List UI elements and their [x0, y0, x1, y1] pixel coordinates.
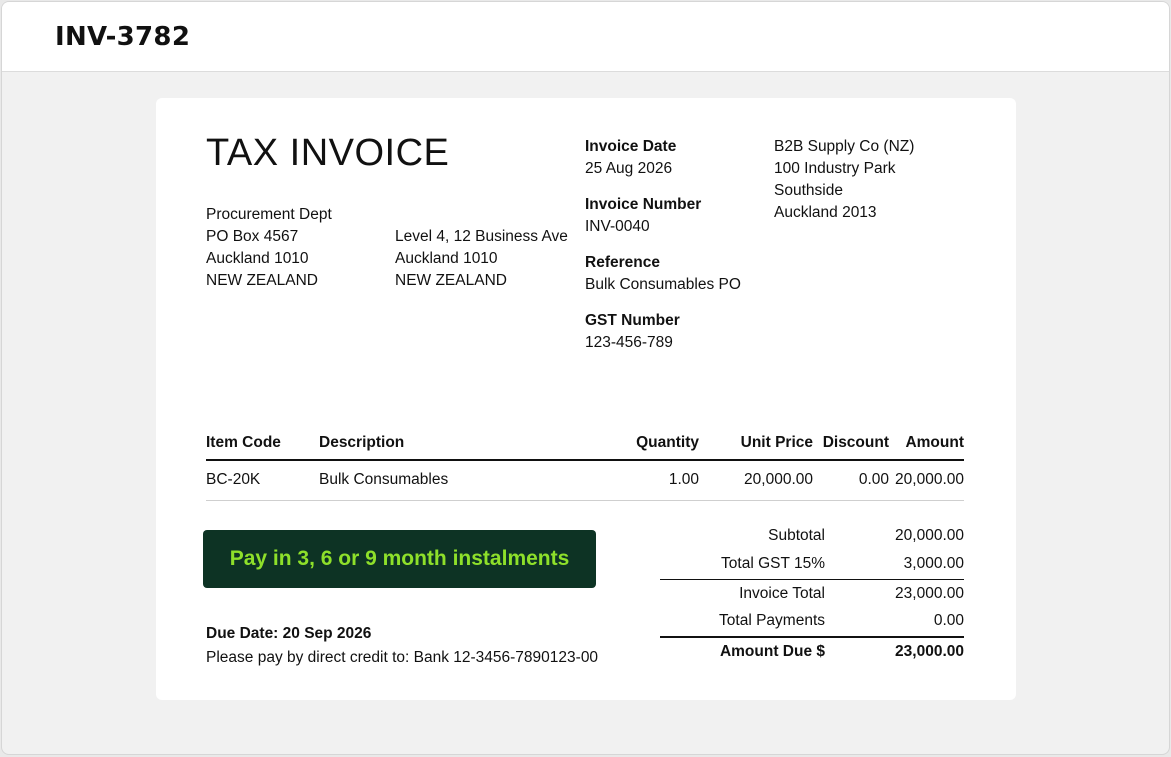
supplier-line: 100 Industry Park [774, 160, 896, 177]
payments-value: 0.00 [933, 612, 964, 629]
discount-cell: 0.00 [813, 460, 889, 501]
invoice-document: TAX INVOICE Procurement Dept PO Box 4567… [156, 98, 1016, 700]
gst-row: Total GST 15% 3,000.00 [660, 550, 964, 578]
gst-label: Total GST 15% [721, 555, 825, 572]
column-header-discount: Discount [813, 432, 889, 461]
payments-label: Total Payments [719, 612, 825, 629]
invoice-total-label: Invoice Total [739, 584, 825, 602]
totals-summary: Subtotal 20,000.00 Total GST 15% 3,000.0… [660, 522, 964, 666]
bill-to-address: Procurement Dept PO Box 4567 Auckland 10… [206, 204, 332, 292]
gst-value: 3,000.00 [903, 555, 964, 572]
header-bar: INV-3782 [2, 2, 1169, 72]
unit-price-cell: 20,000.00 [699, 460, 813, 501]
ship-to-line: NEW ZEALAND [395, 272, 507, 289]
subtotal-label: Subtotal [768, 527, 825, 544]
supplier-line: Auckland 2013 [774, 204, 877, 221]
ship-to-line: Level 4, 12 Business Ave [395, 228, 568, 245]
amount-due-label: Amount Due $ [719, 643, 825, 660]
amount-due-row: Amount Due $ 23,000.00 [660, 636, 964, 666]
amount-due-value: 23,000.00 [895, 643, 964, 660]
ship-to-address: Level 4, 12 Business Ave Auckland 1010 N… [395, 226, 568, 292]
quantity-cell: 1.00 [619, 460, 699, 501]
amount-cell: 20,000.00 [889, 460, 964, 501]
bill-to-line: Procurement Dept [206, 206, 332, 223]
meta-label: Invoice Number [585, 196, 702, 213]
meta-value: 25 Aug 2026 [585, 160, 673, 177]
table-header-row: Item Code Description Quantity Unit Pric… [206, 432, 964, 461]
description-cell: Bulk Consumables [319, 460, 619, 501]
bill-to-line: Auckland 1010 [206, 250, 309, 267]
line-items-table: Item Code Description Quantity Unit Pric… [206, 432, 964, 501]
table-row: BC-20K Bulk Consumables 1.00 20,000.00 0… [206, 460, 964, 501]
column-header-description: Description [319, 432, 619, 461]
payments-row: Total Payments 0.00 [660, 607, 964, 635]
bill-to-line: NEW ZEALAND [206, 272, 318, 289]
meta-label: Invoice Date [585, 138, 677, 155]
meta-value: 123-456-789 [585, 334, 673, 351]
column-header-quantity: Quantity [619, 432, 699, 461]
invoice-total-row: Invoice Total 23,000.00 [660, 579, 964, 607]
subtotal-value: 20,000.00 [895, 527, 964, 544]
item-code-cell: BC-20K [206, 460, 319, 501]
page-title: INV-3782 [55, 22, 191, 52]
meta-label: GST Number [585, 312, 680, 329]
invoice-total-value: 23,000.00 [895, 584, 964, 602]
supplier-line: B2B Supply Co (NZ) [774, 138, 915, 155]
bill-to-line: PO Box 4567 [206, 228, 299, 245]
meta-value: INV-0040 [585, 218, 650, 235]
app-window: INV-3782 TAX INVOICE Procurement Dept PO… [1, 1, 1170, 755]
payment-info: Due Date: 20 Sep 2026 Please pay by dire… [206, 622, 598, 670]
meta-value: Bulk Consumables PO [585, 276, 741, 293]
column-header-unit-price: Unit Price [699, 432, 813, 461]
ship-to-line: Auckland 1010 [395, 250, 498, 267]
subtotal-row: Subtotal 20,000.00 [660, 522, 964, 550]
column-header-item-code: Item Code [206, 432, 319, 461]
column-header-amount: Amount [889, 432, 964, 461]
payment-note: Please pay by direct credit to: Bank 12-… [206, 649, 599, 666]
supplier-line: Southside [774, 182, 843, 199]
supplier-address: B2B Supply Co (NZ) 100 Industry Park Sou… [774, 136, 914, 224]
instalments-promo-button[interactable]: Pay in 3, 6 or 9 month instalments [203, 530, 596, 588]
invoice-heading: TAX INVOICE [206, 132, 450, 174]
meta-label: Reference [585, 254, 660, 271]
due-date: Due Date: 20 Sep 2026 [206, 625, 372, 642]
invoice-meta: Invoice Date 25 Aug 2026 Invoice Number … [585, 136, 741, 354]
